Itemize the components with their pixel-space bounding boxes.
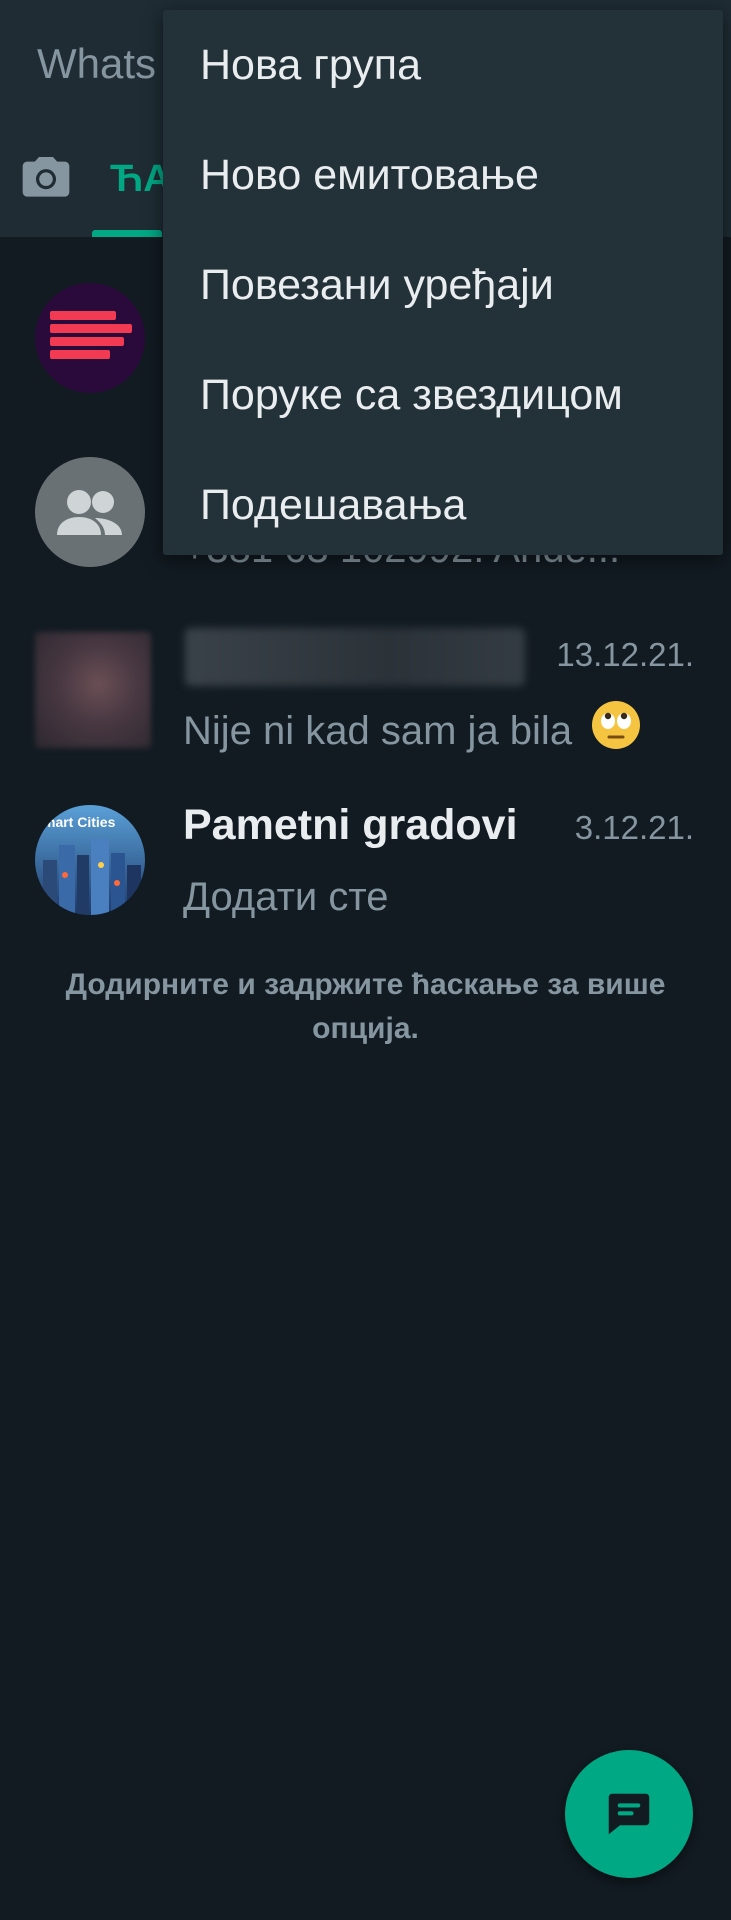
menu-item-linked-devices[interactable]: Повезани уређаји: [163, 230, 723, 340]
new-chat-icon: [608, 1793, 650, 1835]
long-press-hint: Додирните и задржите ћаскање за више опц…: [65, 968, 666, 1045]
chat-preview: Додати сте: [183, 875, 389, 919]
eye-roll-emoji: [591, 700, 641, 760]
menu-item-settings[interactable]: Подешавања: [163, 450, 723, 560]
camera-tab[interactable]: [18, 150, 74, 206]
chat-row[interactable]: 13.12.21. Nije ni kad sam ja bila: [0, 610, 731, 780]
app-title: Whats: [37, 40, 157, 87]
tab-chats-label: ЋА: [110, 158, 171, 200]
news-avatar-icon: [35, 283, 145, 393]
chat-preview-row: Nije ni kad sam ja bila: [183, 700, 641, 760]
new-chat-button[interactable]: [565, 1750, 693, 1878]
active-tab-indicator: [92, 230, 162, 237]
smart-cities-avatar: mart Cities: [35, 805, 145, 915]
group-avatar-icon: [35, 457, 145, 567]
overflow-menu: Нова група Ново емитовање Повезани уређа…: [163, 10, 723, 555]
camera-icon: [22, 157, 70, 197]
avatar-label-text: mart Cities: [43, 814, 116, 830]
blurred-avatar: [35, 632, 151, 748]
tab-chats[interactable]: ЋА: [92, 158, 171, 237]
chat-name: Pametni gradovi: [183, 801, 518, 849]
blurred-contact-name: [185, 628, 525, 686]
chat-row[interactable]: mart Cities Pametni gradovi 3.12.21. Дод…: [0, 785, 731, 955]
menu-item-new-group[interactable]: Нова група: [163, 10, 723, 120]
menu-item-starred-messages[interactable]: Поруке са звездицом: [163, 340, 723, 450]
chat-date: 3.12.21.: [574, 809, 694, 846]
chat-date: 13.12.21.: [556, 636, 694, 673]
menu-item-new-broadcast[interactable]: Ново емитовање: [163, 120, 723, 230]
chat-preview: Nije ni kad sam ja bila: [183, 709, 573, 753]
app-screen: Whats ЋА 13.12.21. Nije ni kad sam ja bi…: [0, 0, 731, 1920]
